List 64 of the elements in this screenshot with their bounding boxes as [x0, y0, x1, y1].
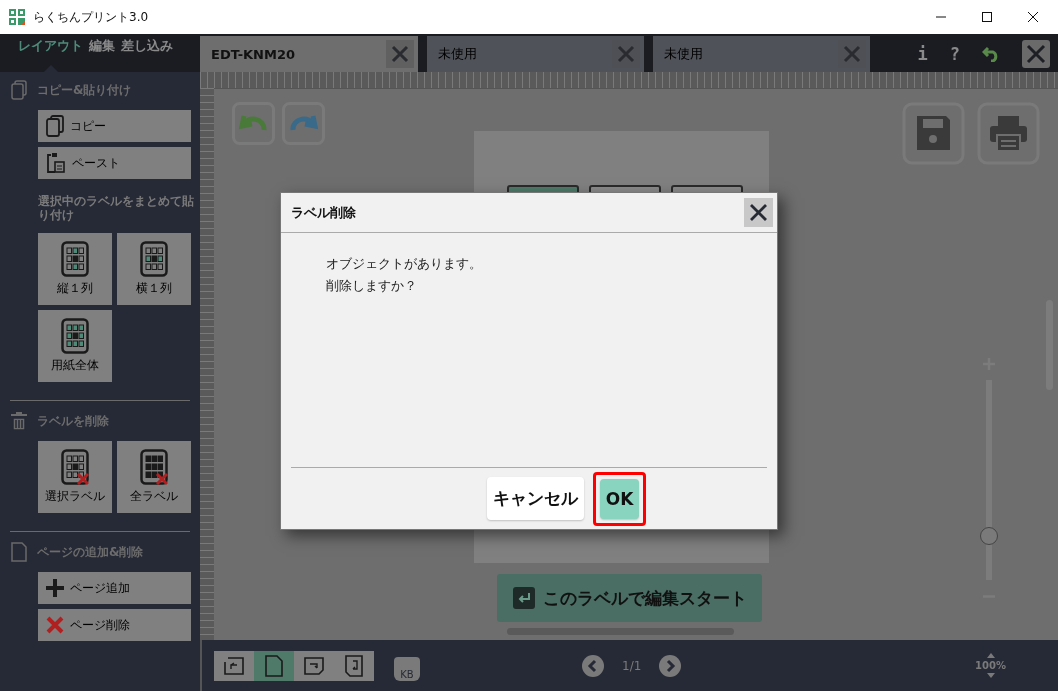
zoom-up-icon[interactable]	[986, 653, 995, 658]
label-sheet-icon	[61, 241, 89, 277]
sidebar-button[interactable]: ペースト	[38, 147, 191, 179]
toolbar-glyph[interactable]: i	[917, 44, 928, 64]
save-button[interactable]	[902, 102, 965, 165]
section-caption: 選択中のラベルをまとめて貼り付け	[38, 194, 194, 222]
app-logo-icon	[9, 9, 25, 25]
plus-icon	[46, 579, 64, 597]
tile-button[interactable]: 用紙全体	[38, 310, 112, 382]
label-sheet-icon	[61, 449, 89, 485]
previous-page-icon[interactable]	[582, 654, 604, 677]
tile-button[interactable]: 縦１列	[38, 233, 112, 305]
slider-thumb[interactable]	[980, 527, 998, 545]
dialog-title: ラベル削除	[291, 203, 357, 222]
copy-icon	[46, 115, 64, 137]
trash-icon	[11, 412, 27, 430]
page-icon	[11, 542, 27, 562]
mode-tab[interactable]: 編集	[89, 34, 115, 72]
rotate-left-page-icon	[223, 655, 245, 676]
close-icon[interactable]	[744, 198, 773, 227]
label-sheet-icon	[140, 449, 168, 485]
print-button[interactable]	[977, 102, 1040, 165]
window-title: らくちんプリント3.0	[33, 8, 149, 26]
document-tab[interactable]: 未使用	[653, 36, 870, 72]
document-tab[interactable]: 未使用	[427, 36, 644, 72]
maximize-icon[interactable]	[982, 12, 992, 22]
next-page-icon[interactable]	[659, 654, 682, 677]
tab-label[interactable]: 未使用	[664, 45, 838, 63]
label-sheet-icon	[61, 318, 89, 354]
dialog-message: オブジェクトがあります。	[326, 255, 483, 273]
rotate-right-page-icon	[303, 655, 325, 676]
zoom-down-icon[interactable]	[986, 673, 995, 678]
start-editing-button[interactable]: このラベルで編集スタート	[497, 574, 762, 622]
sidebar-button[interactable]: コピー	[38, 110, 191, 142]
toolbar-glyph[interactable]: ?	[949, 44, 960, 64]
document-tab[interactable]: EDT-KNM20	[200, 36, 418, 72]
tile-button[interactable]: 選択ラベル	[38, 441, 112, 513]
ok-button[interactable]: OK	[599, 478, 640, 519]
sidebar-button[interactable]: ページ削除	[38, 609, 191, 641]
sidebar-button[interactable]: ページ追加	[38, 572, 191, 604]
copy-icon	[11, 80, 27, 100]
enter-icon	[512, 587, 535, 609]
cross-icon	[46, 616, 64, 634]
page-number: 1/1	[622, 658, 642, 673]
flip-page-icon	[345, 654, 363, 677]
cancel-button[interactable]: キャンセル	[486, 477, 584, 520]
file-size-weight-badge: KB	[394, 656, 420, 681]
section-title: ラベルを削除	[37, 412, 109, 430]
dialog-message: 削除しますか？	[326, 277, 418, 295]
tab-label[interactable]: 未使用	[438, 45, 612, 63]
clipboard-icon	[46, 152, 66, 174]
close-icon[interactable]	[1028, 12, 1038, 22]
page-view-button[interactable]	[254, 650, 294, 681]
mode-tab[interactable]: レイアウト	[18, 34, 83, 72]
label-sheet-icon	[140, 241, 168, 277]
section-title: ページの追加&削除	[37, 543, 144, 561]
mode-tab[interactable]: 差し込み	[121, 34, 173, 72]
undo-icon[interactable]	[982, 46, 1000, 62]
tab-label[interactable]: EDT-KNM20	[211, 46, 386, 62]
tile-button[interactable]: 全ラベル	[117, 441, 191, 513]
section-title: コピー&貼り付け	[37, 81, 132, 99]
tile-button[interactable]: 横１列	[117, 233, 191, 305]
page-icon	[265, 654, 283, 677]
zoom-level: 100%	[975, 660, 1006, 671]
